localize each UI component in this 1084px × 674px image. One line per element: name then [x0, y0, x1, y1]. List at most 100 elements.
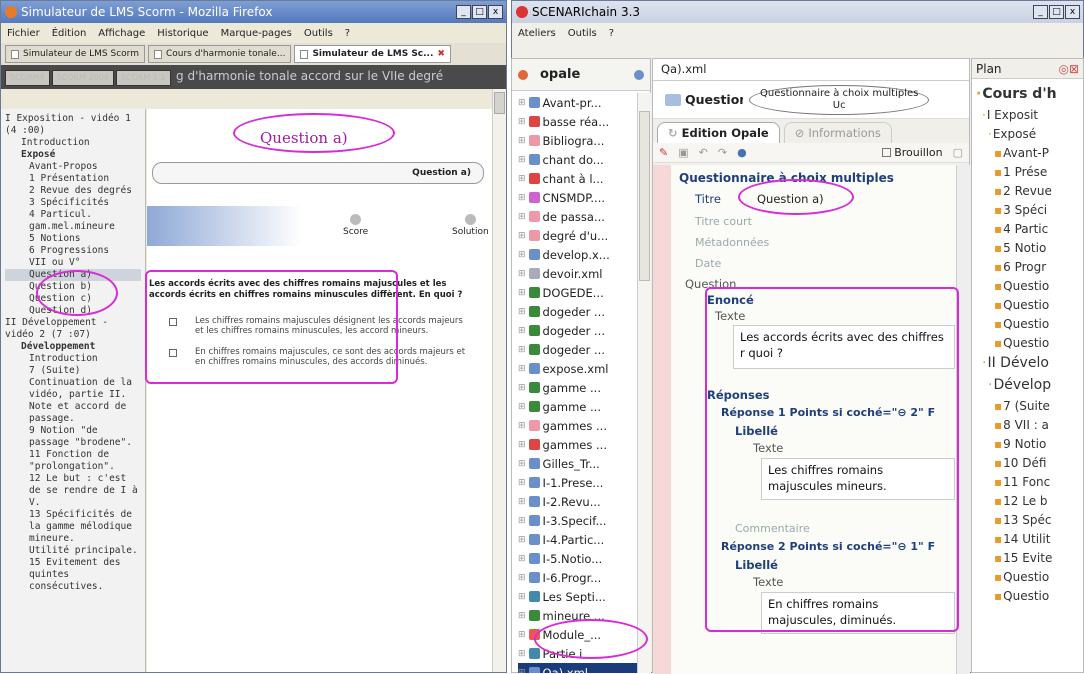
expand-icon[interactable]: ⊞ — [518, 459, 526, 469]
tree-item[interactable]: ⊞ basse réa... — [518, 112, 638, 131]
expand-icon[interactable]: ⊞ — [518, 212, 526, 222]
refresh-icon[interactable]: ● — [737, 146, 747, 159]
expand-icon[interactable]: ⊞ — [518, 231, 526, 241]
expand-icon[interactable]: ⊞ — [518, 478, 526, 488]
nav-item[interactable]: 1 Présentation — [5, 173, 141, 185]
tree-item[interactable]: ⊞ I-1.Prese... — [518, 473, 638, 492]
expand-icon[interactable]: ⊞ — [518, 668, 526, 674]
scenari-menu-item[interactable]: Outils — [568, 28, 597, 39]
tree-item[interactable]: ⊞ Avant-pr... — [518, 93, 638, 112]
plan-item[interactable]: ▪ 11 Fonc — [976, 472, 1081, 491]
plan-item[interactable]: · Exposé — [976, 124, 1081, 143]
nav-item[interactable]: Utilité principale. — [5, 545, 141, 557]
expand-icon[interactable]: ⊞ — [518, 611, 526, 621]
plan-item[interactable]: ▪ Questio — [976, 586, 1081, 605]
tab-cours[interactable]: Cours d'harmonie tonale... — [147, 45, 292, 63]
tree-item[interactable]: ⊞ I-3.Specif... — [518, 511, 638, 530]
tree-item[interactable]: ⊞ dogeder ... — [518, 340, 638, 359]
nav-item[interactable]: Développement — [5, 341, 141, 353]
plan-item[interactable]: · I Exposit — [976, 105, 1081, 124]
tree-item[interactable]: ⊞ I-4.Partic... — [518, 530, 638, 549]
firefox-menu-item[interactable]: Fichier — [7, 28, 40, 39]
nav-item[interactable]: Introduction — [5, 137, 141, 149]
tree-item[interactable]: ⊞ chant do... — [518, 150, 638, 169]
expand-icon[interactable]: ⊞ — [518, 193, 526, 203]
plan-item[interactable]: ▪ 6 Progr — [976, 257, 1081, 276]
nav-item[interactable]: 4 Particul. gam.mel.mineure — [5, 209, 141, 233]
expand-icon[interactable]: ⊞ — [518, 497, 526, 507]
workshop-dropdown-icon[interactable] — [634, 69, 644, 80]
plan-item[interactable]: ▪ 2 Revue — [976, 181, 1081, 200]
close-tab-icon[interactable]: ✖ — [437, 49, 445, 59]
plan-item[interactable]: ▪ 9 Notio — [976, 434, 1081, 453]
plan-item[interactable]: ▪ 14 Utilit — [976, 529, 1081, 548]
tree-item[interactable]: ⊞ Bibliogra... — [518, 131, 638, 150]
nav-item[interactable]: 3 Spécificités — [5, 197, 141, 209]
expand-icon[interactable]: ⊞ — [518, 250, 526, 260]
tab-edition-opale[interactable]: ↻ Edition Opale — [657, 122, 780, 143]
plan-item[interactable]: ▪ Questio — [976, 276, 1081, 295]
scroll-thumb[interactable] — [494, 92, 505, 114]
nav-item[interactable]: 11 Fonction de "prolongation". — [5, 449, 141, 473]
plan-item[interactable]: ▪ 5 Notio — [976, 238, 1081, 257]
expand-icon[interactable]: ⊞ — [518, 117, 526, 127]
plan-item[interactable]: ▪ Avant-P — [976, 143, 1081, 162]
plan-item[interactable]: ▪ Questio — [976, 567, 1081, 586]
date-field[interactable]: Date — [695, 257, 721, 270]
plan-item[interactable]: ▪ 12 Le b — [976, 491, 1081, 510]
plan-item[interactable]: ▪ Questio — [976, 314, 1081, 333]
expand-icon[interactable]: ⊞ — [518, 402, 526, 412]
expand-icon[interactable]: ⊞ — [518, 155, 526, 165]
expand-icon[interactable]: ⊞ — [518, 535, 526, 545]
firefox-menu-item[interactable]: ? — [345, 28, 350, 39]
scenari-menu-item[interactable]: ? — [609, 28, 614, 39]
tree-scroll-thumb[interactable] — [639, 111, 650, 281]
plan-options-icon[interactable]: ◎⊠ — [1058, 62, 1079, 76]
redo-icon[interactable]: ↷ — [718, 146, 727, 159]
tree-item[interactable]: ⊞ develop.x... — [518, 245, 638, 264]
tree-item[interactable]: ⊞ DOGEDE... — [518, 283, 638, 302]
scenari-close-button[interactable]: x — [1065, 5, 1080, 19]
expand-icon[interactable]: ⊞ — [518, 440, 526, 450]
plan-item[interactable]: · Dévelop — [976, 374, 1081, 396]
save-icon[interactable]: ▣ — [678, 146, 688, 159]
minimize-button[interactable]: _ — [456, 5, 471, 19]
nav-item[interactable]: Note et accord de passage. — [5, 401, 141, 425]
expand-icon[interactable]: ⊞ — [518, 516, 526, 526]
maximize-button[interactable]: □ — [472, 5, 487, 19]
tree-item[interactable]: ⊞ gamme ... — [518, 397, 638, 416]
tree-item[interactable]: ⊞ de passa... — [518, 207, 638, 226]
scenari-titlebar[interactable]: SCENARIchain 3.3 _ □ x — [512, 1, 1083, 23]
nav-item[interactable]: VII ou V° — [5, 257, 141, 269]
plan-item[interactable]: ▪ 7 (Suite — [976, 396, 1081, 415]
plan-item[interactable]: ▪ Questio — [976, 295, 1081, 314]
plan-item[interactable]: ▪ 4 Partic — [976, 219, 1081, 238]
tree-item[interactable]: ⊞ expose.xml — [518, 359, 638, 378]
tree-item[interactable]: ⊞ I-2.Revu... — [518, 492, 638, 511]
brouillon-options-icon[interactable]: ▢ — [953, 146, 963, 159]
scorm2004-button[interactable]: SCORM 2004 — [51, 70, 114, 86]
tree-item[interactable]: ⊞ Les Septi... — [518, 587, 638, 606]
tab-lms-2[interactable]: Simulateur de LMS Sc... ✖ — [294, 45, 451, 63]
nav-item[interactable]: II Développement - vidéo 2 (7 :07) — [5, 317, 141, 341]
firefox-titlebar[interactable]: Simulateur de LMS Scorm - Mozilla Firefo… — [1, 1, 506, 23]
expand-icon[interactable]: ⊞ — [518, 174, 526, 184]
expand-icon[interactable]: ⊞ — [518, 649, 526, 659]
expand-icon[interactable]: ⊞ — [518, 98, 526, 108]
close-button[interactable]: x — [488, 5, 503, 19]
firefox-menu-item[interactable]: Outils — [304, 28, 333, 39]
firefox-menu-item[interactable]: Édition — [52, 28, 87, 39]
expand-icon[interactable]: ⊞ — [518, 269, 526, 279]
scorm12-button[interactable]: SCORM 1.2 — [115, 70, 171, 86]
nav-item[interactable]: 13 Spécificités de la gamme mélodique mi… — [5, 509, 141, 545]
plan-item[interactable]: ▪ 13 Spéc — [976, 510, 1081, 529]
plan-item[interactable]: ▪ Questio — [976, 333, 1081, 352]
plan-item[interactable]: ▪ 10 Défi — [976, 453, 1081, 472]
plan-item[interactable]: ▪ 3 Spéci — [976, 200, 1081, 219]
tree-item[interactable]: ⊞ dogeder ... — [518, 302, 638, 321]
tree-item[interactable]: ⊞ gammes ... — [518, 435, 638, 454]
metadonnees-field[interactable]: Métadonnées — [695, 236, 769, 249]
expand-icon[interactable]: ⊞ — [518, 345, 526, 355]
pencil-icon[interactable]: ✎ — [659, 146, 668, 159]
tree-item[interactable]: ⊞ Gilles_Tr... — [518, 454, 638, 473]
